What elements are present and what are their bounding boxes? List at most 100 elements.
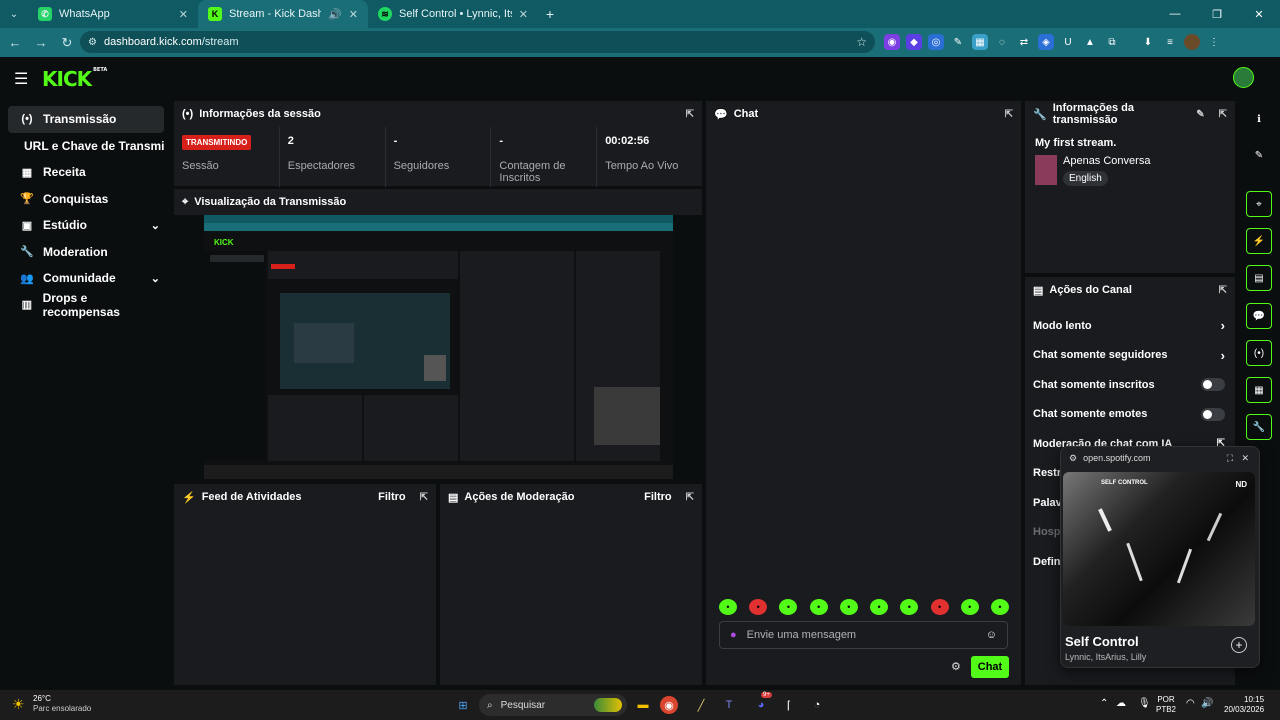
emote-icon[interactable]: • <box>900 599 919 615</box>
chevron-down-icon[interactable]: ⌄ <box>151 272 160 285</box>
tab-search-icon[interactable]: ⌄ <box>0 9 28 20</box>
popout-icon[interactable]: ⇱ <box>1005 109 1013 120</box>
extension-icon[interactable]: ◌ <box>994 34 1010 50</box>
close-icon[interactable]: ✕ <box>519 8 528 21</box>
microphone-icon[interactable]: 🎙 <box>1138 698 1151 709</box>
tab-spotify[interactable]: ≋ Self Control • Lynnic, ItsAriu ✕ <box>368 0 538 28</box>
extension-icon[interactable]: ⇄ <box>1016 34 1032 50</box>
kick-logo[interactable]: KICK BETA <box>42 67 107 91</box>
track-artists[interactable]: Lynnic, ItsArius, Lilly <box>1061 649 1259 662</box>
emote-icon[interactable]: • <box>960 599 979 615</box>
emote-icon[interactable]: • <box>930 599 949 615</box>
add-to-library-icon[interactable]: + <box>1231 637 1247 653</box>
back-icon[interactable]: ← <box>2 35 28 50</box>
tab-whatsapp[interactable]: ✆ WhatsApp ✕ <box>28 0 198 28</box>
extension-icon[interactable]: ◆ <box>906 34 922 50</box>
close-icon[interactable]: ✕ <box>179 8 188 21</box>
toggle-switch[interactable] <box>1201 378 1225 392</box>
emoji-icon[interactable]: ☺ <box>986 629 997 641</box>
tray-app-icon[interactable]: ☁ <box>1116 698 1126 709</box>
sidebar-item-url-chave[interactable]: URL e Chave de Transmissão <box>8 133 164 160</box>
menu-icon[interactable]: ⋮ <box>1206 34 1222 50</box>
sidebar-item-receita[interactable]: ▦ Receita <box>8 159 164 186</box>
chrome-icon[interactable]: ◉ <box>660 696 678 714</box>
bookmark-star-icon[interactable]: ☆ <box>856 35 867 49</box>
teams-icon[interactable]: T <box>718 694 740 716</box>
edit-pencil-icon[interactable]: ✎ <box>1246 142 1272 168</box>
document-icon[interactable]: ▤ <box>1246 265 1272 291</box>
extension-icon[interactable]: ▲ <box>1082 34 1098 50</box>
extension-icon[interactable]: U <box>1060 34 1076 50</box>
url-field[interactable]: ⚙ dashboard.kick.com/stream ☆ <box>80 31 875 53</box>
chat-icon[interactable]: 💬 <box>1246 303 1272 329</box>
close-window-icon[interactable]: ✕ <box>1238 8 1280 21</box>
emote-icon[interactable]: • <box>809 599 828 615</box>
filter-button[interactable]: Filtro <box>378 491 406 503</box>
emote-icon[interactable]: • <box>719 599 737 615</box>
new-tab-button[interactable]: + <box>538 6 562 22</box>
sidebar-item-conquistas[interactable]: 🏆 Conquistas <box>8 186 164 213</box>
extension-icon[interactable]: ◉ <box>884 34 900 50</box>
broadcast-icon[interactable]: (•) <box>1246 340 1272 366</box>
info-icon[interactable]: ℹ <box>1246 106 1272 132</box>
hamburger-menu-icon[interactable]: ☰ <box>14 69 28 89</box>
close-icon[interactable]: ✕ <box>1241 453 1249 464</box>
popout-icon[interactable]: ⇱ <box>686 109 694 120</box>
windows-start-icon[interactable]: ⊞ <box>452 694 474 716</box>
track-title[interactable]: Self Control <box>1061 626 1259 649</box>
popout-icon[interactable]: ⇱ <box>1219 109 1227 120</box>
wrench-icon[interactable]: 🔧 <box>1246 414 1272 440</box>
tab-kick-dashboard[interactable]: K Stream - Kick Dashboard 🔊 ✕ <box>198 0 368 28</box>
emote-icon[interactable]: • <box>839 599 858 615</box>
forward-icon[interactable]: → <box>28 35 54 50</box>
sidebar-item-drops[interactable]: ▥ Drops e recompensas <box>8 291 164 319</box>
reading-list-icon[interactable]: ≡ <box>1162 34 1178 50</box>
tray-expand-icon[interactable]: ⌃ <box>1100 698 1108 709</box>
lightning-icon[interactable]: ⚡ <box>1246 228 1272 254</box>
emote-icon[interactable]: • <box>870 599 889 615</box>
stream-preview-video[interactable]: KICK <box>204 215 673 479</box>
send-chat-button[interactable]: Chat <box>971 656 1009 678</box>
popout-icon[interactable]: ⇱ <box>420 492 428 503</box>
site-info-icon[interactable]: ⚙ <box>88 37 97 48</box>
minimize-icon[interactable]: — <box>1154 8 1196 20</box>
preview-icon[interactable]: ⌖ <box>1246 191 1272 217</box>
emote-icon[interactable]: • <box>990 599 1009 615</box>
extension-icon[interactable]: ◎ <box>928 34 944 50</box>
edit-pencil-icon[interactable]: ✎ <box>1196 109 1204 120</box>
chevron-down-icon[interactable]: ⌄ <box>151 219 160 232</box>
emote-icon[interactable]: • <box>779 599 798 615</box>
eyedropper-icon[interactable]: ✎ <box>950 34 966 50</box>
chat-message-input[interactable]: ● Envie uma mensagem ☺ <box>719 621 1008 649</box>
microphone-icon[interactable]: ● <box>730 629 737 641</box>
weather-icon[interactable]: ☀ <box>12 696 25 713</box>
popout-icon[interactable]: ⇱ <box>1219 285 1227 296</box>
sidebar-item-estudio[interactable]: ▣ Estúdio ⌄ <box>8 212 164 239</box>
reload-icon[interactable]: ↻ <box>54 35 80 51</box>
download-icon[interactable]: ⬇ <box>1140 34 1156 50</box>
taskbar-search[interactable]: ⌕ Pesquisar <box>479 694 627 716</box>
puzzle-icon[interactable]: ⧉ <box>1104 34 1120 50</box>
file-explorer-icon[interactable]: ▬ <box>632 694 654 716</box>
wifi-icon[interactable]: ◠ <box>1186 698 1195 709</box>
sidebar-item-moderation[interactable]: 🔧 Moderation <box>8 239 164 266</box>
layout-icon[interactable]: ▦ <box>1246 377 1272 403</box>
chat-settings-icon[interactable]: ⚙ <box>951 660 961 673</box>
popout-icon[interactable]: ⇱ <box>686 492 694 503</box>
sidebar-item-comunidade[interactable]: 👥 Comunidade ⌄ <box>8 265 164 292</box>
extension-icon[interactable]: ▦ <box>972 34 988 50</box>
close-icon[interactable]: ✕ <box>349 8 358 21</box>
sidebar-item-transmissao[interactable]: (•) Transmissão <box>8 106 164 133</box>
action-modo-lento[interactable]: Modo lento › <box>1025 311 1235 341</box>
toggle-switch[interactable] <box>1201 407 1225 421</box>
app-icon[interactable]: ╱ <box>690 694 712 716</box>
user-avatar[interactable] <box>1233 67 1254 88</box>
action-chat-seguidores[interactable]: Chat somente seguidores › <box>1025 341 1235 371</box>
app-icon[interactable]: ⌈ <box>778 694 800 716</box>
extension-icon[interactable]: ◈ <box>1038 34 1054 50</box>
profile-avatar[interactable] <box>1184 34 1200 50</box>
volume-icon[interactable]: 🔊 <box>1201 698 1213 709</box>
filter-button[interactable]: Filtro <box>644 491 672 503</box>
app-icon[interactable]: ◔ <box>806 694 828 716</box>
audio-icon[interactable]: 🔊 <box>328 8 342 21</box>
